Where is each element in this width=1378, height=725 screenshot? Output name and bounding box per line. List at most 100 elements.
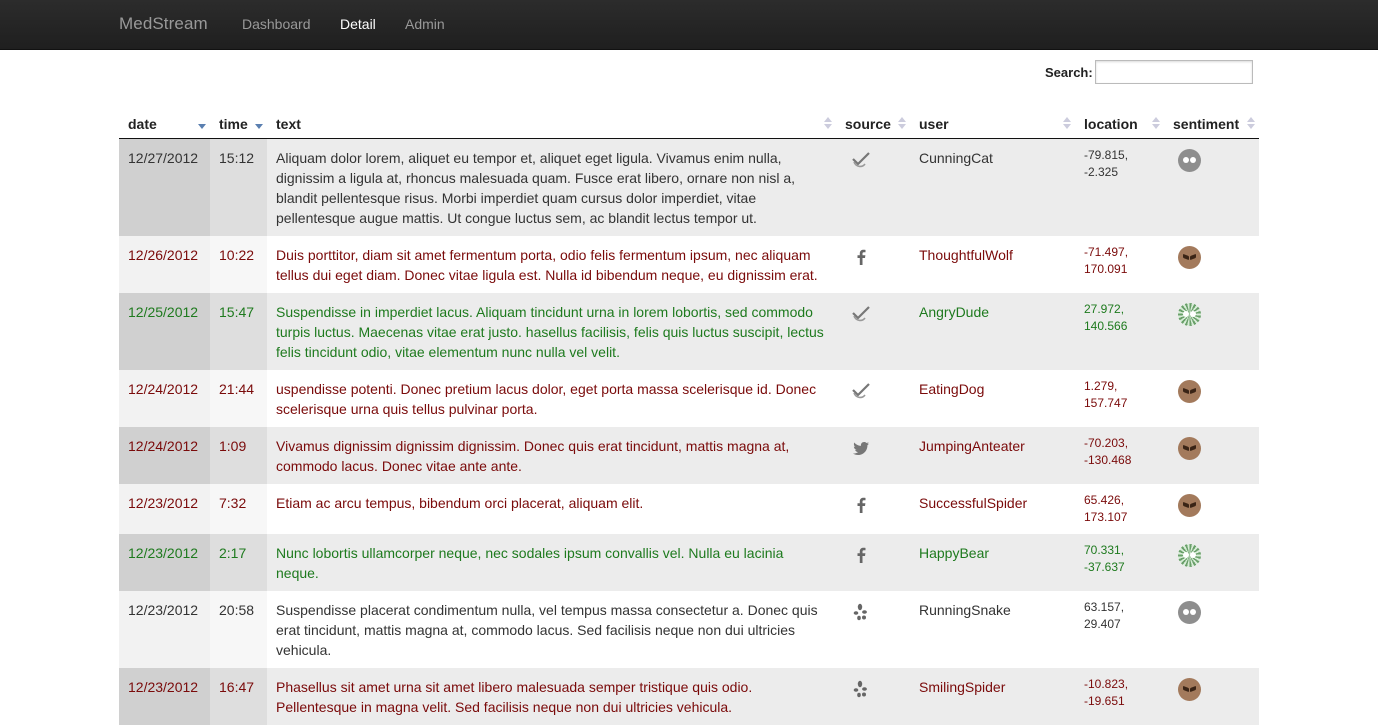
sentiment-negative-icon (1178, 245, 1201, 269)
cell-text: Suspendisse placerat condimentum nulla, … (267, 590, 836, 668)
header-user[interactable]: user (910, 110, 1075, 139)
cell-source (836, 483, 910, 534)
header-text-label: text (276, 115, 301, 132)
cell-location: -79.815, -2.325 (1075, 138, 1164, 236)
brand-logo[interactable]: MedStream (119, 14, 208, 34)
cell-time: 21:44 (210, 369, 267, 427)
cell-sentiment (1164, 369, 1259, 427)
cell-location: 1.279, 157.747 (1075, 369, 1164, 427)
cell-date: 12/23/2012 (119, 533, 210, 591)
sentiment-negative-icon (1178, 677, 1201, 701)
cell-time: 20:58 (210, 590, 267, 668)
cell-user: RunningSnake (910, 590, 1075, 668)
checkmark-icon (851, 381, 871, 401)
sort-both-icon (1247, 117, 1255, 129)
cell-time: 1:09 (210, 426, 267, 484)
cell-sentiment (1164, 426, 1259, 484)
checkmark-icon (851, 304, 871, 324)
cell-source (836, 138, 910, 236)
cell-time: 15:12 (210, 138, 267, 236)
cell-source (836, 590, 910, 668)
sentiment-negative-icon (1178, 493, 1201, 517)
table-row[interactable]: 12/24/2012 1:09 Vivamus dignissim dignissi… (119, 426, 1259, 484)
cell-text: Vivamus dignissim dignissim dignissim. D… (267, 426, 836, 484)
twitter-icon (851, 438, 871, 458)
sentiment-neutral-icon (1178, 600, 1201, 624)
nav-detail[interactable]: Detail (340, 16, 376, 32)
table-row[interactable]: 12/23/2012 20:58 Suspendisse placerat cond… (119, 590, 1259, 668)
yelp-icon (851, 679, 871, 699)
sort-both-icon (898, 117, 906, 129)
nav-admin[interactable]: Admin (405, 16, 445, 32)
header-sentiment[interactable]: sentiment (1164, 110, 1259, 139)
cell-location: 70.331, -37.637 (1075, 533, 1164, 591)
table-row[interactable]: 12/24/2012 21:44 uspendisse potenti. Donec… (119, 369, 1259, 427)
table-row[interactable]: 12/27/2012 15:12 Aliquam dolor lorem, aliq… (119, 138, 1259, 236)
header-date-label: date (128, 115, 157, 132)
sort-both-icon (1063, 117, 1071, 129)
cell-sentiment (1164, 292, 1259, 370)
cell-time: 2:17 (210, 533, 267, 591)
nav-dashboard[interactable]: Dashboard (242, 16, 311, 32)
cell-sentiment (1164, 138, 1259, 236)
cell-source (836, 667, 910, 725)
table-row[interactable]: 12/26/2012 10:22 Duis porttitor, diam sit … (119, 235, 1259, 293)
header-date[interactable]: date (119, 110, 210, 139)
header-sentiment-label: sentiment (1173, 115, 1240, 132)
table-row[interactable]: 12/23/2012 2:17 Nunc lobortis ullamcorper … (119, 533, 1259, 591)
sentiment-positive-icon (1178, 543, 1201, 567)
header-text[interactable]: text (267, 110, 836, 139)
cell-sentiment (1164, 483, 1259, 534)
cell-location: 65.426, 173.107 (1075, 483, 1164, 534)
cell-text: Duis porttitor, diam sit amet fermentum … (267, 235, 836, 293)
cell-text: Nunc lobortis ullamcorper neque, nec sod… (267, 533, 836, 591)
cell-date: 12/25/2012 (119, 292, 210, 370)
sentiment-neutral-icon (1178, 148, 1201, 172)
table-row[interactable]: 12/25/2012 15:47 Suspendisse in imperdiet … (119, 292, 1259, 370)
cell-time: 15:47 (210, 292, 267, 370)
header-location[interactable]: location (1075, 110, 1164, 139)
cell-source (836, 426, 910, 484)
cell-source (836, 235, 910, 293)
cell-time: 16:47 (210, 667, 267, 725)
header-source-label: source (845, 115, 891, 132)
cell-date: 12/24/2012 (119, 426, 210, 484)
facebook-icon (851, 545, 871, 565)
cell-location: 27.972, 140.566 (1075, 292, 1164, 370)
cell-source (836, 292, 910, 370)
sentiment-positive-icon (1178, 302, 1201, 326)
sort-both-icon (824, 117, 832, 129)
sentiment-negative-icon (1178, 436, 1201, 460)
cell-sentiment (1164, 667, 1259, 725)
cell-sentiment (1164, 533, 1259, 591)
checkmark-icon (851, 150, 871, 170)
header-user-label: user (919, 115, 949, 132)
cell-text: Suspendisse in imperdiet lacus. Aliquam … (267, 292, 836, 370)
cell-user: AngryDude (910, 292, 1075, 370)
cell-user: HappyBear (910, 533, 1075, 591)
cell-sentiment (1164, 235, 1259, 293)
table-row[interactable]: 12/23/2012 7:32 Etiam ac arcu tempus, bibe… (119, 483, 1259, 534)
header-time[interactable]: time (210, 110, 267, 139)
facebook-icon (851, 247, 871, 267)
cell-user: SmilingSpider (910, 667, 1075, 725)
header-time-label: time (219, 115, 248, 132)
table-row[interactable]: 12/23/2012 16:47 Phasellus sit amet urna s… (119, 667, 1259, 725)
cell-location: -70.203, -130.468 (1075, 426, 1164, 484)
cell-date: 12/23/2012 (119, 483, 210, 534)
sentiment-negative-icon (1178, 379, 1201, 403)
cell-date: 12/23/2012 (119, 590, 210, 668)
cell-location: 63.157, 29.407 (1075, 590, 1164, 668)
search-area: Search: (1045, 60, 1253, 84)
header-source[interactable]: source (836, 110, 910, 139)
cell-text: Phasellus sit amet urna sit amet libero … (267, 667, 836, 725)
header-location-label: location (1084, 115, 1138, 132)
table-header-row: date time text source user location sent… (119, 110, 1259, 139)
sort-desc-icon (198, 117, 206, 129)
search-input[interactable] (1094, 60, 1253, 84)
data-table: date time text source user location sent… (119, 110, 1259, 725)
cell-user: ThoughtfulWolf (910, 235, 1075, 293)
sort-both-icon (1152, 117, 1160, 129)
cell-user: SuccessfulSpider (910, 483, 1075, 534)
sort-desc-icon (255, 117, 263, 129)
